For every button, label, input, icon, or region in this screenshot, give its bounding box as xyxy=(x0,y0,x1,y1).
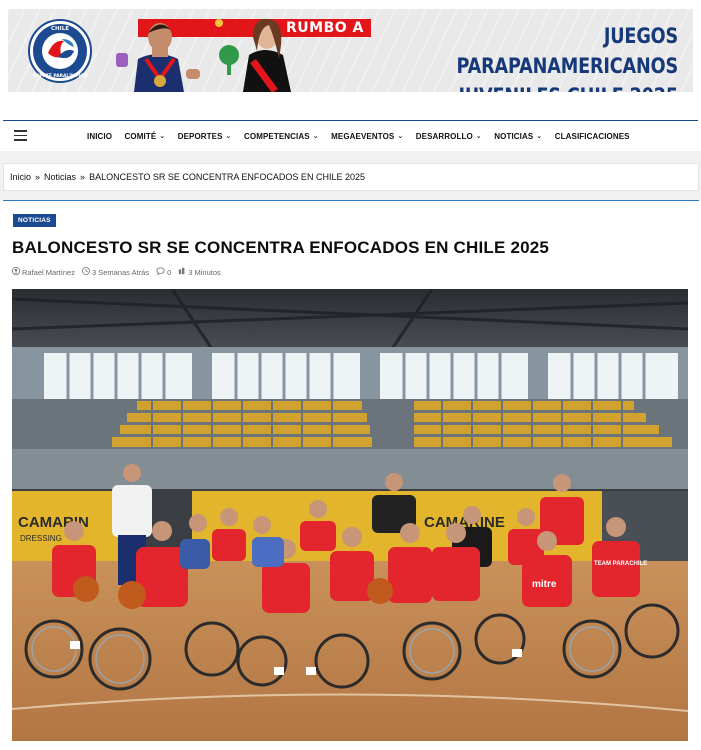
reading-time: 3 Minutos xyxy=(188,267,221,277)
nav-item-label: COMPETENCIAS xyxy=(244,131,310,141)
comment-icon xyxy=(156,267,165,277)
chevron-down-icon: ⌄ xyxy=(536,132,543,140)
breadcrumb-home-link[interactable]: Inicio xyxy=(10,172,31,182)
breadcrumb-separator: » xyxy=(35,172,41,182)
nav-item-label: DESARROLLO xyxy=(415,131,473,141)
nav-item-clasificaciones[interactable]: CLASIFICACIONES xyxy=(555,132,630,141)
nav-item-label: INICIO xyxy=(87,131,113,141)
nav-item-deportes[interactable]: DEPORTES ⌄ xyxy=(178,132,232,141)
jersey-team: TEAM PARACHILE xyxy=(594,561,647,567)
hamburger-menu-icon[interactable] xyxy=(14,130,27,141)
athlete-illustration-medal xyxy=(116,23,200,92)
chevron-down-icon: ⌄ xyxy=(475,132,482,140)
article-title: BALONCESTO SR SE CONCENTRA ENFOCADOS EN … xyxy=(12,238,550,257)
article-featured-image[interactable]: CAMARIN DRESSING CAMARINE mitre TEAM PAR… xyxy=(12,289,688,741)
nav-item-label: COMITÉ xyxy=(124,131,157,141)
breadcrumb-separator: » xyxy=(80,172,86,182)
nav-menu: INICIO COMITÉ ⌄ DEPORTES ⌄ COMPETENCIAS ⌄ MEGAE… xyxy=(87,121,642,151)
nav-item-label: MEGAEVENTOS xyxy=(331,131,395,141)
banner-title-line2: JUVENILES CHILE 2025 xyxy=(426,81,678,92)
breadcrumb-current: BALONCESTO SR SE CONCENTRA ENFOCADOS EN … xyxy=(89,172,365,182)
photo-sign-left-sub: DRESSING xyxy=(20,534,62,543)
comite-paralimpico-logo: CHILE COMITÉ PARALÍMPICO xyxy=(28,19,92,83)
nav-item-competencias[interactable]: COMPETENCIAS ⌄ xyxy=(244,132,319,141)
banner-title-line1: JUEGOS PARAPANAMERICANOS xyxy=(456,24,678,78)
jersey-brand: mitre xyxy=(532,579,557,590)
comment-count[interactable]: 0 xyxy=(167,268,171,277)
nav-item-desarrollo[interactable]: DESARROLLO ⌄ xyxy=(416,132,482,141)
breadcrumb-section-link[interactable]: Noticias xyxy=(44,172,76,182)
article: NOTICIAS BALONCESTO SR SE CONCENTRA ENFO… xyxy=(3,201,699,750)
user-icon xyxy=(11,266,21,277)
nav-item-label: CLASIFICACIONES xyxy=(554,131,630,141)
chevron-down-icon: ⌄ xyxy=(312,132,319,140)
chevron-down-icon: ⌄ xyxy=(159,132,166,140)
clock-icon xyxy=(82,267,90,277)
chevron-down-icon: ⌄ xyxy=(225,132,232,140)
logo-text-top: CHILE xyxy=(51,26,69,32)
nav-item-label: NOTICIAS xyxy=(494,131,534,141)
promo-banner[interactable]: CHILE COMITÉ PARALÍMPICO RUMBO A JUEGOS … xyxy=(8,9,693,92)
author-link[interactable]: Rafael Martínez xyxy=(22,268,75,277)
nav-item-inicio[interactable]: INICIO xyxy=(87,132,112,141)
nav-item-megaeventos[interactable]: MEGAEVENTOS ⌄ xyxy=(331,132,403,141)
breadcrumb: Inicio» Noticias» BALONCESTO SR SE CONCENT… xyxy=(3,163,699,191)
chevron-down-icon: ⌄ xyxy=(397,132,404,140)
nav-item-label: DEPORTES xyxy=(177,131,223,141)
reading-time-icon xyxy=(178,267,186,277)
category-badge[interactable]: NOTICIAS xyxy=(13,214,56,227)
article-meta: Rafael Martínez 3 Semanas Atrás 0 3 Minu… xyxy=(11,266,221,277)
banner-title: JUEGOS PARAPANAMERICANOS JUVENILES CHILE… xyxy=(426,21,678,92)
nav-item-noticias[interactable]: NOTICIAS ⌄ xyxy=(494,132,542,141)
main-navigation: INICIO COMITÉ ⌄ DEPORTES ⌄ COMPETENCIAS ⌄ MEGAE… xyxy=(3,121,698,151)
publish-time: 3 Semanas Atrás xyxy=(91,267,150,277)
nav-item-comit-[interactable]: COMITÉ ⌄ xyxy=(125,132,166,141)
athlete-illustration-table-tennis xyxy=(215,18,291,92)
